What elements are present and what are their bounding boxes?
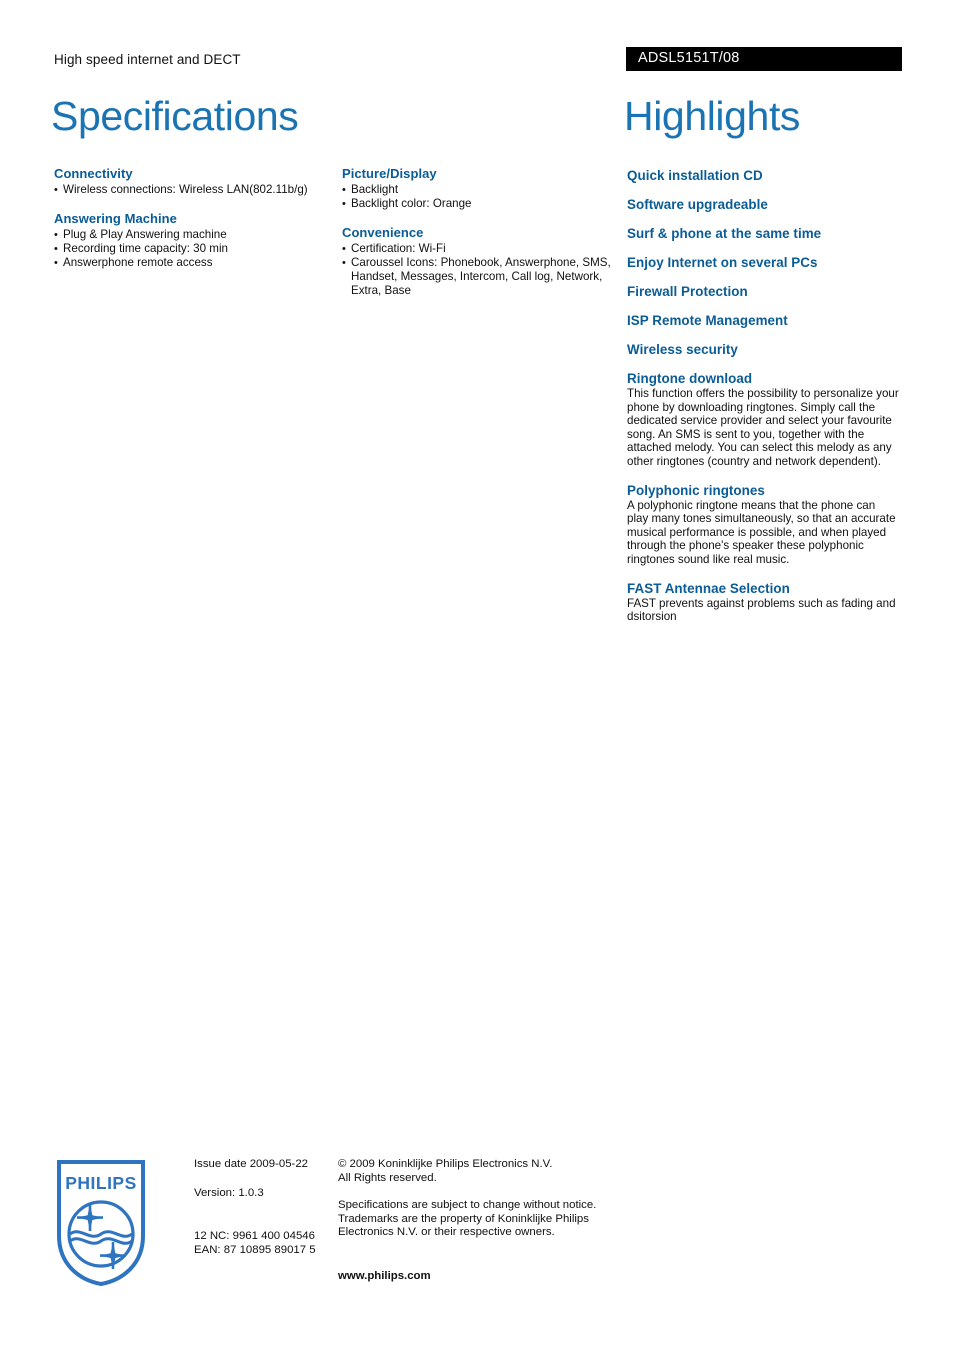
svg-text:PHILIPS: PHILIPS [65,1173,137,1193]
footer-column-right: © 2009 Koninklijke Philips Electronics N… [338,1158,628,1283]
highlight-ringtone-download: Ringtone download This function offers t… [627,371,899,469]
page-title-specifications: Specifications [51,93,299,139]
ean-code: EAN: 87 10895 89017 5 [194,1243,316,1256]
highlight-heading: ISP Remote Management [627,313,788,328]
page-footer: PHILIPS Issue date 2009-05-22 Version: 1… [0,1152,954,1302]
highlight-heading: Enjoy Internet on several PCs [627,255,818,270]
highlight-wireless-security: Wireless security [627,342,899,358]
highlight-software-upgradeable: Software upgradeable [627,197,899,213]
product-leaflet-page: High speed internet and DECT ADSL5151T/0… [0,0,954,1350]
spec-item: Plug & Play Answering machine [54,228,330,242]
highlight-surf-and-phone: Surf & phone at the same time [627,226,899,242]
highlight-isp-remote-management: ISP Remote Management [627,313,899,329]
spec-item: Recording time capacity: 30 min [54,242,330,256]
page-kicker: High speed internet and DECT [54,52,241,67]
page-title-highlights: Highlights [624,93,801,139]
spec-group-heading: Picture/Display [342,166,437,181]
highlight-body: A polyphonic ringtone means that the pho… [627,498,896,566]
highlight-enjoy-internet-several-pcs: Enjoy Internet on several PCs [627,255,899,271]
highlight-body: FAST prevents against problems such as f… [627,596,896,624]
philips-shield-icon: PHILIPS [57,1160,145,1287]
spec-item: Wireless connections: Wireless LAN(802.1… [54,183,330,197]
spec-item: Backlight [342,183,618,197]
website-link[interactable]: www.philips.com [338,1270,628,1284]
highlight-heading: Surf & phone at the same time [627,226,822,241]
highlight-polyphonic-ringtones: Polyphonic ringtones A polyphonic ringto… [627,483,899,567]
spec-column-2: Picture/Display Backlight Backlight colo… [342,166,618,298]
product-code-label: ADSL5151T/08 [638,50,740,66]
highlight-quick-installation-cd: Quick installation CD [627,168,899,184]
spec-item: Certification: Wi-Fi [342,242,618,256]
spec-item: Answerphone remote access [54,256,330,270]
highlight-heading: Polyphonic ringtones [627,482,765,498]
highlight-fast-antennae-selection: FAST Antennae Selection FAST prevents ag… [627,581,899,624]
highlight-heading: Ringtone download [627,371,753,386]
disclaimer-notice: Specifications are subject to change wit… [338,1199,597,1238]
highlight-heading: Software upgradeable [627,197,768,212]
spec-group-connectivity: Connectivity Wireless connections: Wirel… [54,166,330,197]
spec-group-answering-machine: Answering Machine Plug & Play Answering … [54,211,330,270]
spec-group-heading: Answering Machine [54,211,177,226]
spec-group-convenience: Convenience Certification: Wi-Fi Carouss… [342,225,618,298]
highlight-heading: Firewall Protection [627,284,748,299]
copyright-notice: © 2009 Koninklijke Philips Electronics N… [338,1158,553,1184]
spec-group-heading: Convenience [342,225,424,240]
spec-item: Caroussel Icons: Phonebook, Answerphone,… [342,256,618,298]
version: Version: 1.0.3 [194,1186,264,1199]
issue-date: Issue date 2009-05-22 [194,1158,308,1170]
highlight-heading: Wireless security [627,342,738,357]
product-code-banner: ADSL5151T/08 [626,47,902,71]
philips-logo: PHILIPS [55,1158,147,1288]
spec-group-picture-display: Picture/Display Backlight Backlight colo… [342,166,618,211]
highlight-firewall-protection: Firewall Protection [627,284,899,300]
highlights-column: Quick installation CD Software upgradeab… [627,168,899,638]
highlight-heading: FAST Antennae Selection [627,580,790,596]
nc-code: 12 NC: 9961 400 04546 [194,1230,315,1242]
highlight-heading: Quick installation CD [627,168,763,183]
spec-item: Backlight color: Orange [342,197,618,211]
spec-group-heading: Connectivity [54,166,133,181]
footer-column-left: Issue date 2009-05-22 Version: 1.0.3 12 … [194,1158,334,1257]
highlight-body: This function offers the possibility to … [627,387,899,468]
spec-column-1: Connectivity Wireless connections: Wirel… [54,166,330,270]
